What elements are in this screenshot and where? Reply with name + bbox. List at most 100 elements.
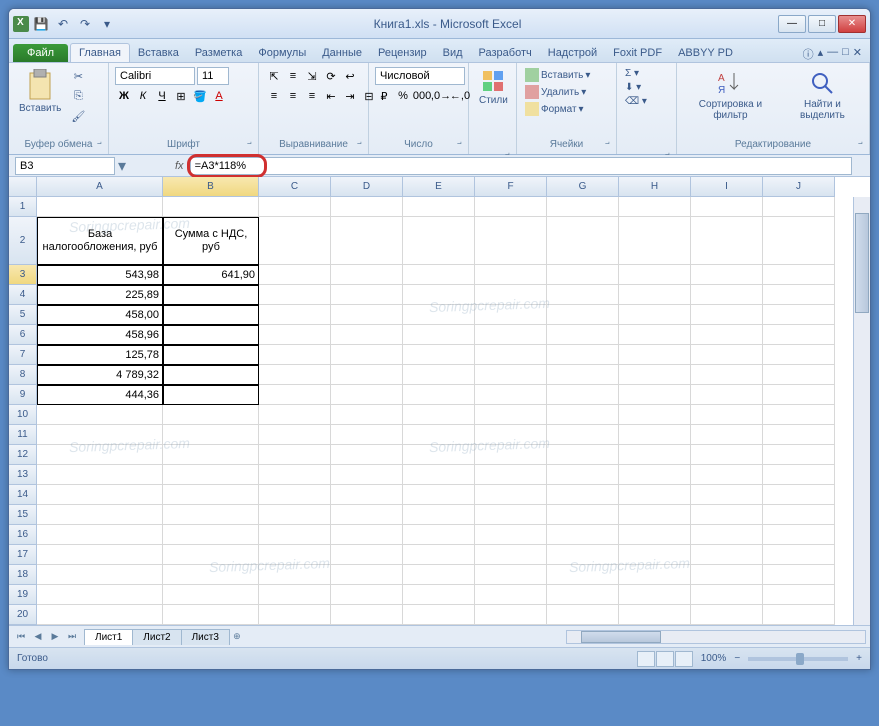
cell-F18[interactable] <box>475 565 547 585</box>
cell-G11[interactable] <box>547 425 619 445</box>
cell-J2[interactable] <box>763 217 835 265</box>
cut-button[interactable]: ✂ <box>69 67 87 85</box>
tab-addins[interactable]: Надстрой <box>540 44 605 62</box>
minimize-button[interactable]: — <box>778 15 806 33</box>
cell-J11[interactable] <box>763 425 835 445</box>
currency-button[interactable]: ₽ <box>375 87 393 105</box>
cell-H17[interactable] <box>619 545 691 565</box>
cell-B16[interactable] <box>163 525 259 545</box>
cell-D4[interactable] <box>331 285 403 305</box>
cell-I13[interactable] <box>691 465 763 485</box>
cell-J14[interactable] <box>763 485 835 505</box>
col-header-D[interactable]: D <box>331 177 403 197</box>
ribbon-minimize-icon[interactable]: ▴ <box>818 46 824 62</box>
new-sheet-button[interactable]: ⊕ <box>229 629 245 645</box>
undo-button[interactable]: ↶ <box>53 14 73 34</box>
cell-I6[interactable] <box>691 325 763 345</box>
cell-C15[interactable] <box>259 505 331 525</box>
cell-F10[interactable] <box>475 405 547 425</box>
cell-C17[interactable] <box>259 545 331 565</box>
zoom-thumb[interactable] <box>796 653 804 665</box>
col-header-C[interactable]: C <box>259 177 331 197</box>
cell-B9[interactable] <box>163 385 259 405</box>
cell-C12[interactable] <box>259 445 331 465</box>
cell-C2[interactable] <box>259 217 331 265</box>
cell-E15[interactable] <box>403 505 475 525</box>
view-normal-button[interactable] <box>637 651 655 667</box>
cell-C13[interactable] <box>259 465 331 485</box>
cell-E8[interactable] <box>403 365 475 385</box>
cell-C19[interactable] <box>259 585 331 605</box>
cell-B18[interactable] <box>163 565 259 585</box>
cell-B10[interactable] <box>163 405 259 425</box>
cell-G15[interactable] <box>547 505 619 525</box>
delete-cells-button[interactable]: Удалить ▾ <box>523 84 588 100</box>
cell-A16[interactable] <box>37 525 163 545</box>
cell-A8[interactable]: 4 789,32 <box>37 365 163 385</box>
cell-C9[interactable] <box>259 385 331 405</box>
cell-A9[interactable]: 444,36 <box>37 385 163 405</box>
cell-H2[interactable] <box>619 217 691 265</box>
cell-B19[interactable] <box>163 585 259 605</box>
sheet-nav-prev[interactable]: ◀ <box>30 629 46 645</box>
cell-F13[interactable] <box>475 465 547 485</box>
close-button[interactable]: ✕ <box>838 15 866 33</box>
sheet-nav-first[interactable]: ⏮ <box>13 629 29 645</box>
tab-review[interactable]: Рецензир <box>370 44 435 62</box>
cell-E3[interactable] <box>403 265 475 285</box>
cell-F17[interactable] <box>475 545 547 565</box>
row-header-15[interactable]: 15 <box>9 505 37 525</box>
cell-H5[interactable] <box>619 305 691 325</box>
row-header-1[interactable]: 1 <box>9 197 37 217</box>
align-bottom-button[interactable]: ⇲ <box>303 67 321 85</box>
orientation-button[interactable]: ⟳ <box>322 67 340 85</box>
cell-G12[interactable] <box>547 445 619 465</box>
cell-A15[interactable] <box>37 505 163 525</box>
autosum-button[interactable]: Σ ▾ <box>623 67 641 80</box>
cell-G18[interactable] <box>547 565 619 585</box>
cell-J9[interactable] <box>763 385 835 405</box>
align-top-button[interactable]: ⇱ <box>265 67 283 85</box>
cell-D15[interactable] <box>331 505 403 525</box>
save-button[interactable]: 💾 <box>31 14 51 34</box>
format-cells-button[interactable]: Формат ▾ <box>523 101 586 117</box>
border-button[interactable]: ⊞ <box>172 87 190 105</box>
cell-C10[interactable] <box>259 405 331 425</box>
cell-H1[interactable] <box>619 197 691 217</box>
cell-C6[interactable] <box>259 325 331 345</box>
row-header-19[interactable]: 19 <box>9 585 37 605</box>
cell-E18[interactable] <box>403 565 475 585</box>
hscroll-thumb[interactable] <box>581 631 661 643</box>
row-header-8[interactable]: 8 <box>9 365 37 385</box>
cell-A5[interactable]: 458,00 <box>37 305 163 325</box>
cell-G14[interactable] <box>547 485 619 505</box>
cell-E16[interactable] <box>403 525 475 545</box>
cell-A19[interactable] <box>37 585 163 605</box>
cell-E20[interactable] <box>403 605 475 625</box>
cell-D16[interactable] <box>331 525 403 545</box>
cell-H3[interactable] <box>619 265 691 285</box>
cell-C8[interactable] <box>259 365 331 385</box>
cell-H13[interactable] <box>619 465 691 485</box>
cell-E10[interactable] <box>403 405 475 425</box>
tab-foxit[interactable]: Foxit PDF <box>605 44 670 62</box>
cell-D17[interactable] <box>331 545 403 565</box>
cell-B4[interactable] <box>163 285 259 305</box>
cell-G2[interactable] <box>547 217 619 265</box>
cell-D6[interactable] <box>331 325 403 345</box>
sheet-nav-next[interactable]: ▶ <box>47 629 63 645</box>
row-header-17[interactable]: 17 <box>9 545 37 565</box>
percent-button[interactable]: % <box>394 87 412 105</box>
cell-G3[interactable] <box>547 265 619 285</box>
cell-E14[interactable] <box>403 485 475 505</box>
cell-A2[interactable]: База налогообложения, руб <box>37 217 163 265</box>
cell-J5[interactable] <box>763 305 835 325</box>
view-layout-button[interactable] <box>656 651 674 667</box>
cell-A12[interactable] <box>37 445 163 465</box>
cell-E6[interactable] <box>403 325 475 345</box>
redo-button[interactable]: ↷ <box>75 14 95 34</box>
cell-G16[interactable] <box>547 525 619 545</box>
cell-F20[interactable] <box>475 605 547 625</box>
cell-D18[interactable] <box>331 565 403 585</box>
cell-F6[interactable] <box>475 325 547 345</box>
